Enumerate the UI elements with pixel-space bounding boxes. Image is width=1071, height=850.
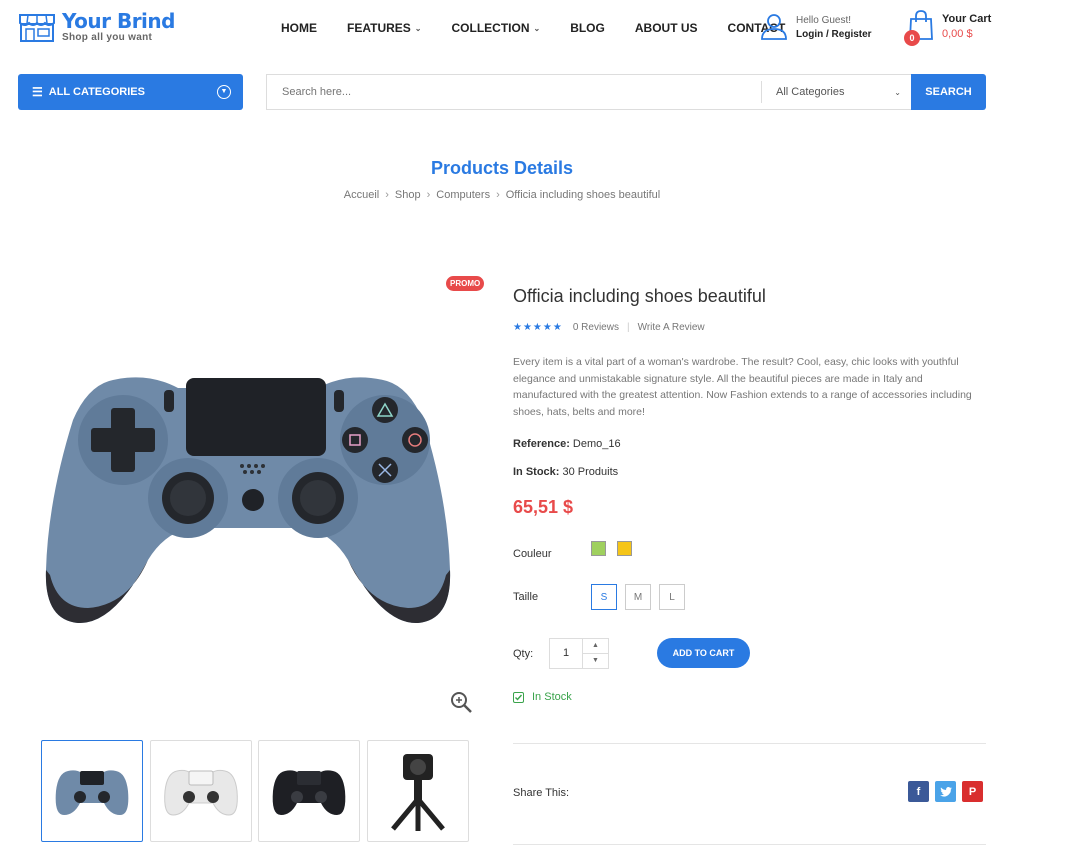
color-swatch-green[interactable] bbox=[591, 541, 606, 556]
qty-label: Qty: bbox=[513, 648, 534, 660]
menu-icon: ☰ bbox=[32, 85, 43, 99]
twitter-share-icon[interactable] bbox=[935, 781, 956, 802]
facebook-share-icon[interactable]: f bbox=[908, 781, 929, 802]
share-label: Share This: bbox=[513, 787, 570, 799]
chevron-down-icon: ⌄ bbox=[533, 23, 541, 33]
gamepad-thumbnail-image bbox=[164, 769, 238, 816]
thumbnail-black-controller[interactable] bbox=[258, 740, 360, 842]
nav-collection[interactable]: COLLECTION ⌄ bbox=[451, 21, 540, 35]
category-select[interactable]: All Categories ⌄ bbox=[761, 81, 911, 103]
search-bar: All Categories ⌄ bbox=[266, 74, 911, 110]
quantity-input[interactable]: 1 bbox=[550, 639, 582, 668]
breadcrumb-current: Officia including shoes beautiful bbox=[505, 189, 661, 201]
add-to-cart-button[interactable]: ADD TO CART bbox=[657, 638, 750, 668]
camera-thumbnail-image bbox=[391, 753, 445, 831]
color-swatch-yellow[interactable] bbox=[617, 541, 632, 556]
thumbnail-blue-controller[interactable] bbox=[41, 740, 143, 842]
nav-about[interactable]: ABOUT US bbox=[635, 21, 698, 35]
stock-value: 30 Produits bbox=[562, 466, 619, 478]
chevron-down-icon: ⌄ bbox=[894, 87, 901, 97]
page-title: Products Details bbox=[430, 158, 574, 178]
store-icon bbox=[19, 13, 55, 42]
size-option-s[interactable]: S bbox=[591, 584, 617, 610]
breadcrumb-category[interactable]: Computers bbox=[436, 189, 490, 201]
nav-blog-label: BLOG bbox=[570, 21, 605, 35]
breadcrumb-separator-icon: › bbox=[385, 189, 389, 201]
gamepad-thumbnail-image bbox=[272, 770, 346, 815]
all-categories-button[interactable]: ☰ ALL CATEGORIES ▼ bbox=[18, 74, 243, 110]
check-square-icon bbox=[513, 691, 524, 703]
chevron-up-icon[interactable]: ▲ bbox=[583, 639, 608, 654]
breadcrumb-separator-icon: › bbox=[496, 189, 500, 201]
search-input[interactable] bbox=[267, 75, 761, 109]
breadcrumb-shop[interactable]: Shop bbox=[395, 189, 421, 201]
write-review-link[interactable]: Write A Review bbox=[638, 322, 705, 333]
brand-name: Your Brind bbox=[62, 9, 175, 33]
color-label: Couleur bbox=[513, 548, 552, 560]
category-select-value: All Categories bbox=[776, 86, 845, 98]
chevron-down-icon: ⌄ bbox=[414, 23, 422, 33]
product-price: 65,51 $ bbox=[513, 497, 574, 517]
login-register-link[interactable]: Login / Register bbox=[796, 29, 872, 40]
nav-about-label: ABOUT US bbox=[634, 21, 698, 35]
account-link[interactable]: Hello Guest! Login / Register bbox=[760, 12, 872, 40]
reference-label: Reference: bbox=[513, 438, 570, 450]
account-greeting: Hello Guest! bbox=[796, 14, 852, 26]
gamepad-image bbox=[45, 377, 451, 624]
size-label: Taille bbox=[513, 591, 539, 603]
product-title: Officia including shoes beautiful bbox=[513, 286, 766, 306]
brand-tagline: Shop all you want bbox=[62, 32, 153, 43]
cart-label: Your Cart bbox=[942, 13, 992, 25]
nav-features[interactable]: FEATURES ⌄ bbox=[347, 21, 421, 35]
chevron-down-icon[interactable]: ▼ bbox=[583, 654, 608, 668]
size-option-m[interactable]: M bbox=[625, 584, 651, 610]
product-stock: In Stock: 30 Produits bbox=[513, 466, 618, 478]
reviews-link[interactable]: 0 Reviews bbox=[573, 322, 619, 333]
nav-collection-label: COLLECTION bbox=[451, 21, 530, 35]
divider bbox=[513, 844, 986, 845]
availability-text: In Stock bbox=[532, 691, 572, 703]
reference-value: Demo_16 bbox=[572, 438, 621, 450]
stock-label: In Stock: bbox=[513, 466, 560, 478]
zoom-icon[interactable] bbox=[449, 690, 473, 719]
size-option-l[interactable]: L bbox=[659, 584, 685, 610]
gamepad-thumbnail-image bbox=[55, 770, 129, 815]
product-description: Every item is a vital part of a woman's … bbox=[513, 356, 972, 418]
product-reference: Reference: Demo_16 bbox=[513, 438, 621, 450]
cart-total: 0,00 $ bbox=[942, 28, 973, 40]
user-icon bbox=[761, 14, 787, 40]
chevron-circle-down-icon: ▼ bbox=[217, 85, 231, 99]
nav-home[interactable]: HOME bbox=[281, 21, 317, 35]
pinterest-share-icon[interactable]: P bbox=[962, 781, 983, 802]
product-main-image[interactable] bbox=[18, 260, 488, 730]
separator: | bbox=[626, 322, 630, 333]
nav-blog[interactable]: BLOG bbox=[570, 21, 605, 35]
star-rating-icon: ★★★★★ bbox=[513, 322, 563, 333]
breadcrumb-separator-icon: › bbox=[426, 189, 431, 201]
thumbnail-camera-tripod[interactable] bbox=[367, 740, 469, 842]
nav-features-label: FEATURES bbox=[347, 21, 411, 35]
cart-count-badge: 0 bbox=[904, 30, 920, 46]
nav-home-label: HOME bbox=[281, 21, 317, 35]
breadcrumb-home[interactable]: Accueil bbox=[344, 189, 379, 201]
main-nav: HOME FEATURES ⌄ COLLECTION ⌄ BLOG ABOUT US… bbox=[281, 21, 815, 35]
thumbnail-white-controller[interactable] bbox=[150, 740, 252, 842]
breadcrumb: Accueil › Shop › Computers › Officia including… bbox=[0, 189, 1004, 201]
quantity-stepper: 1 ▲ ▼ bbox=[549, 638, 609, 669]
brand-logo[interactable]: Your Brind Shop all you want bbox=[18, 10, 175, 43]
promo-badge: PROMO bbox=[446, 276, 485, 291]
cart-link[interactable]: 0 Your Cart 0,00 $ bbox=[904, 10, 992, 46]
product-rating: ★★★★★ 0 Reviews | Write A Review bbox=[513, 322, 705, 333]
availability-status: In Stock bbox=[513, 691, 572, 703]
all-categories-label: ALL CATEGORIES bbox=[48, 86, 145, 98]
search-button[interactable]: SEARCH bbox=[911, 74, 986, 110]
divider bbox=[513, 743, 986, 744]
